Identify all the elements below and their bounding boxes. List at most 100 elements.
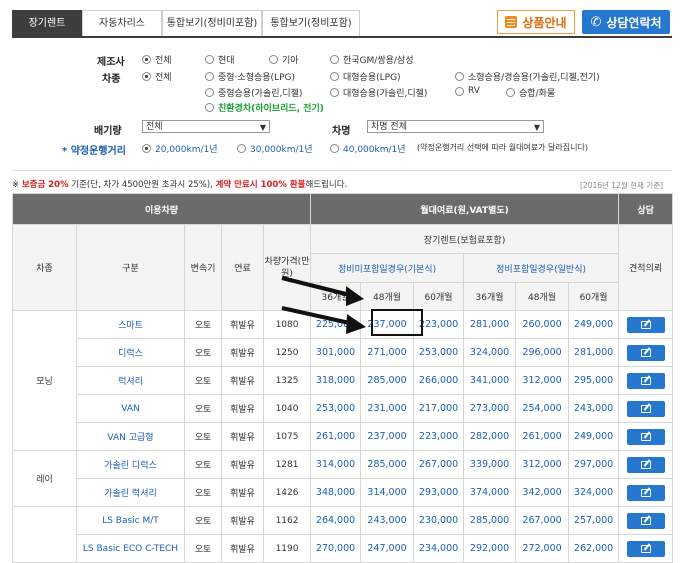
estimate-button[interactable]	[626, 344, 665, 361]
rent-price-cell: 234,000	[413, 534, 465, 563]
type-radio-van-truck[interactable]: 승합/화물	[506, 86, 555, 99]
mileage-radio-30000[interactable]: 30,000km/1년	[237, 142, 313, 155]
product-info-button[interactable]: 상품안내	[497, 10, 575, 34]
price-table: 이용차량 월대여료(원,VAT별도) 상담 차종 구분 변속기 연료 차량가격(…	[11, 193, 674, 563]
fuel-cell: 휘발유	[221, 310, 264, 339]
rent-price-cell: 295,000	[568, 366, 620, 395]
estimate-button[interactable]	[626, 512, 665, 529]
rent-price-cell: 249,000	[568, 310, 620, 339]
rent-price-cell: 314,000	[310, 450, 362, 479]
col-trans: 변속기	[184, 224, 222, 311]
deposit-notice: ※ 보증금 20% 기준(단, 차가 4500만원 초과시 25%), 계약 만…	[12, 180, 348, 190]
car-price-cell: 1325	[262, 366, 312, 395]
type-radio-mid-small-lpg[interactable]: 중형·소형승용(LPG)	[205, 70, 295, 83]
estimate-button[interactable]	[626, 372, 665, 389]
chevron-down-icon: ▼	[533, 123, 540, 132]
maker-radio-others[interactable]: 한국GM/쌍용/삼성	[330, 53, 413, 66]
model-select[interactable]: 차명 전체 ▼	[367, 120, 544, 133]
tab-car-lease[interactable]: 자동차리스	[82, 10, 162, 36]
grade-link[interactable]: LS Basic ECO C-TECH	[76, 534, 185, 563]
rent-price-cell: 243,000	[568, 394, 620, 423]
table-row: 레이 가솔린 디럭스 오토 휘발유 1281 314,000 285,000 267,000 3…	[12, 450, 674, 507]
type-radio-large-lpg[interactable]: 대형승용(LPG)	[330, 70, 401, 83]
grade-link[interactable]: 가솔린 럭셔리	[76, 478, 185, 507]
rent-price-cell: 296,000	[515, 338, 570, 367]
type-radio-eco[interactable]: 친환경차(하이브리드, 전기)	[205, 101, 324, 114]
displacement-select[interactable]: 전체 ▼	[142, 120, 270, 133]
header-longterm: 장기렌트(보험료포함)	[310, 224, 620, 254]
mileage-radio-20000[interactable]: 20,000km/1년	[142, 142, 218, 155]
tab-integrated-maint[interactable]: 통합보기(정비포함)	[262, 10, 360, 36]
col-estimate: 견적의뢰	[618, 224, 674, 311]
table-row: VAN 고급형 오토 휘발유 1075 261,000 237,000 223,000 282…	[13, 422, 674, 451]
type-radio-mid-gasoline[interactable]: 중형승용(가솔린,디젤)	[205, 86, 302, 99]
rent-price-cell: 318,000	[310, 366, 362, 395]
month-header: 48개월	[515, 282, 570, 311]
tab-underline	[12, 36, 672, 38]
rent-price-cell: 312,000	[515, 366, 570, 395]
rent-price-cell: 243,000	[360, 506, 415, 535]
estimate-button[interactable]	[626, 400, 665, 417]
list-icon	[505, 16, 518, 28]
fuel-cell: 휘발유	[221, 478, 264, 507]
divider	[12, 170, 672, 171]
maker-radio-hyundai[interactable]: 현대	[205, 53, 235, 66]
fuel-cell: 휘발유	[221, 506, 264, 535]
estimate-cell	[618, 534, 674, 563]
fuel-cell: 휘발유	[221, 338, 264, 367]
estimate-cell	[618, 338, 674, 367]
fuel-cell: 휘발유	[221, 422, 264, 451]
estimate-cell	[618, 478, 674, 507]
type-radio-all[interactable]: 전체	[142, 70, 172, 83]
header-rent: 월대여료(원,VAT별도)	[310, 193, 620, 225]
tab-long-term-rent[interactable]: 장기렌트	[12, 10, 82, 36]
rent-price-cell: 339,000	[463, 450, 517, 479]
maker-radio-all[interactable]: 전체	[142, 53, 172, 66]
contact-label: 상담연락처	[606, 15, 662, 30]
estimate-button[interactable]	[626, 456, 665, 473]
grade-link[interactable]: VAN 고급형	[76, 422, 185, 451]
type-radio-small-light[interactable]: 소형승용/경승용(가솔린,디젤,전기)	[455, 70, 600, 83]
rent-price-cell: 314,000	[360, 478, 415, 507]
highlight-box	[371, 309, 423, 336]
type-radio-rv[interactable]: RV	[455, 86, 480, 96]
estimate-button[interactable]	[626, 316, 665, 333]
transmission-cell: 오토	[184, 338, 222, 367]
rent-price-cell: 253,000	[310, 394, 362, 423]
rent-price-cell: 293,000	[413, 478, 465, 507]
maker-radio-kia[interactable]: 기아	[269, 53, 299, 66]
contact-button[interactable]: ✆ 상담연락처	[582, 10, 670, 34]
rent-price-cell: 342,000	[515, 478, 570, 507]
car-price-cell: 1250	[262, 338, 312, 367]
tab-integrated-no-maint[interactable]: 통합보기(정비미포함)	[162, 10, 262, 36]
mileage-radio-40000[interactable]: 40,000km/1년	[330, 142, 406, 155]
estimate-button[interactable]	[626, 428, 665, 445]
grade-link[interactable]: 가솔린 디럭스	[76, 450, 185, 479]
estimate-cell	[618, 506, 674, 535]
grade-link[interactable]: 스마트	[76, 310, 185, 339]
tab-bar: 장기렌트 자동차리스 통합보기(정비미포함) 통합보기(정비포함)	[12, 10, 360, 36]
rent-price-cell: 247,000	[360, 534, 415, 563]
grade-link[interactable]: VAN	[76, 394, 185, 423]
filter-panel: 제조사 전체 현대 기아 한국GM/쌍용/삼성 차종 전체 중형·소형승용(LP…	[12, 44, 672, 164]
grade-link[interactable]: 디럭스	[76, 338, 185, 367]
grade-link[interactable]: LS Basic M/T	[76, 506, 185, 535]
type-radio-large-gasoline[interactable]: 대형승용(가솔린,디젤)	[330, 86, 427, 99]
estimate-button[interactable]	[626, 484, 665, 501]
fuel-cell: 휘발유	[221, 394, 264, 423]
rent-price-cell: 237,000	[360, 422, 415, 451]
phone-icon: ✆	[590, 14, 602, 30]
displacement-label: 배기량	[94, 126, 122, 137]
rent-price-cell: 282,000	[463, 422, 517, 451]
rent-price-cell: 261,000	[310, 422, 362, 451]
vehicle-type-cell: 레이	[12, 450, 77, 507]
maker-label: 제조사	[97, 57, 125, 68]
rent-price-cell: 270,000	[310, 534, 362, 563]
transmission-cell: 오토	[184, 422, 222, 451]
rent-price-cell: 262,000	[568, 534, 620, 563]
estimate-button[interactable]	[626, 540, 665, 557]
rent-price-cell: 271,000	[360, 338, 415, 367]
col-grade: 구분	[76, 224, 185, 311]
rent-price-cell: 266,000	[413, 366, 465, 395]
grade-link[interactable]: 럭셔리	[76, 366, 185, 395]
